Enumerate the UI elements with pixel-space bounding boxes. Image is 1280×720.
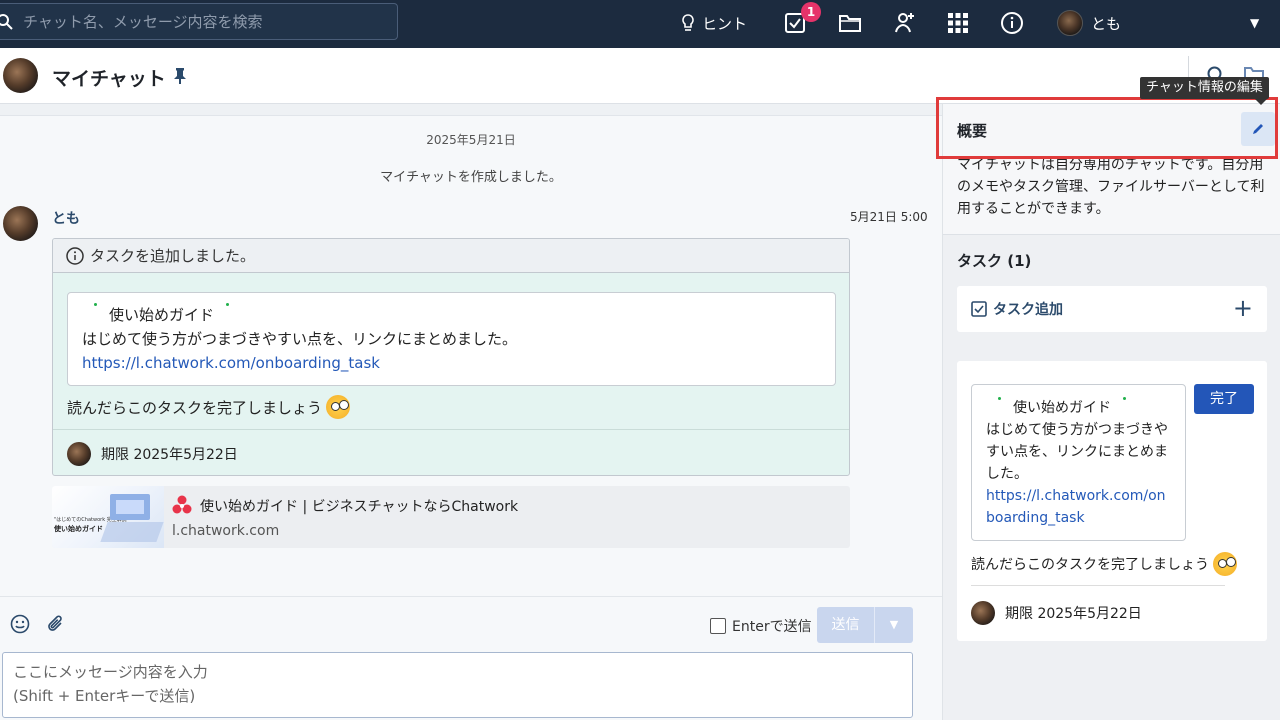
- task-card-header: タスクを追加しました。: [53, 239, 849, 273]
- folder-icon: [839, 15, 861, 32]
- search-input[interactable]: [23, 10, 383, 34]
- add-task-button[interactable]: タスク追加 +: [957, 286, 1267, 332]
- info-icon: [66, 246, 84, 265]
- sparkle-icon: [998, 397, 1001, 400]
- sender-avatar[interactable]: [3, 206, 38, 241]
- task-message-card: タスクを追加しました。 使い始めガイド はじめて使う方がつまづきやすい点を、リン…: [52, 238, 850, 476]
- chevron-down-icon[interactable]: ▼: [1250, 10, 1259, 36]
- quote-body: はじめて使う方がつまづきやすい点を、リンクにまとめました。: [986, 422, 1168, 482]
- complete-task-button[interactable]: 完了: [1194, 384, 1254, 414]
- task-deadline: 期限 2025年5月22日: [101, 446, 238, 463]
- link-preview-thumbnail: "はじめてのChatwork 完全解説" 使い始めガイド: [52, 486, 164, 548]
- search-icon: [0, 14, 13, 30]
- task-text: 読んだらこのタスクを完了しましょう: [67, 395, 351, 419]
- add-task-label: タスク追加: [993, 302, 1063, 318]
- task-quote: 使い始めガイド はじめて使う方がつまづきやすい点を、リンクにまとめました。 ht…: [67, 292, 836, 386]
- sparkle-icon: [226, 303, 230, 306]
- quote-body: はじめて使う方がつまづきやすい点を、リンクにまとめました。: [82, 330, 518, 348]
- timeline-top-edge: [0, 104, 942, 116]
- add-contact-icon: [895, 13, 914, 33]
- info-icon: [1001, 12, 1023, 34]
- link-preview[interactable]: "はじめてのChatwork 完全解説" 使い始めガイド 使い始めガイド | ビ…: [52, 486, 850, 548]
- quote-title: 使い始めガイド: [1013, 400, 1111, 416]
- quote-link[interactable]: https://l.chatwork.com/onboarding_task: [986, 485, 1171, 529]
- plus-icon: +: [1232, 294, 1253, 322]
- lightbulb-icon: [682, 14, 694, 31]
- task-footer: 期限 2025年5月22日: [971, 601, 1142, 625]
- avatar: [1057, 10, 1083, 36]
- link-preview-title: 使い始めガイド | ビジネスチャットならChatwork: [200, 499, 519, 515]
- quote-link[interactable]: https://l.chatwork.com/onboarding_task: [82, 351, 821, 375]
- crazy-face-emoji-icon: [1213, 552, 1237, 576]
- timeline: 2025年5月21日 マイチャットを作成しました。 とも 5月21日 5:00 …: [0, 104, 942, 596]
- summary-text: マイチャットは自分専用のチャットです。自分用のメモやタスク管理、ファイルサーバー…: [957, 157, 1265, 217]
- user-menu[interactable]: とも: [1057, 10, 1121, 36]
- pin-icon[interactable]: [173, 67, 187, 85]
- task-check-icon: [971, 301, 987, 317]
- sender-name[interactable]: とも: [52, 208, 80, 228]
- room-info-panel: 概要 マイチャットは自分専用のチャットです。自分用のメモやタスク管理、ファイルサ…: [942, 104, 1280, 720]
- task-count-badge: 1: [801, 2, 821, 22]
- hint-button[interactable]: ヒント: [680, 10, 747, 36]
- chevron-down-icon[interactable]: ▼: [875, 607, 913, 643]
- chat-header: マイチャット: [0, 48, 1280, 104]
- edit-chat-info-button[interactable]: [1241, 112, 1275, 146]
- assignee-avatar: [67, 441, 91, 466]
- quote-title: 使い始めガイド: [109, 306, 215, 324]
- search-box[interactable]: [0, 3, 398, 40]
- summary-title: 概要: [957, 122, 988, 140]
- sparkle-icon: [1123, 397, 1126, 400]
- sparkle-icon: [94, 303, 97, 306]
- task-item: 使い始めガイド はじめて使う方がつまづきやすい点を、リンクにまとめました。 ht…: [957, 361, 1267, 641]
- enter-to-send-label: Enterで送信: [732, 619, 812, 635]
- task-card-header-text: タスクを追加しました。: [90, 247, 256, 265]
- assignee-avatar: [971, 601, 995, 625]
- user-name: とも: [1091, 14, 1122, 33]
- room-avatar: [3, 58, 38, 93]
- apps-button[interactable]: [947, 10, 969, 36]
- smiley-icon[interactable]: [10, 614, 30, 634]
- date-separator: 2025年5月21日: [426, 133, 516, 147]
- system-message: マイチャットを作成しました。: [380, 170, 562, 185]
- link-preview-domain: l.chatwork.com: [172, 523, 280, 539]
- edit-chat-info-tooltip: チャット情報の編集: [1140, 77, 1269, 105]
- task-quote: 使い始めガイド はじめて使う方がつまづきやすい点を、リンクにまとめました。 ht…: [971, 384, 1186, 541]
- paperclip-icon[interactable]: [46, 614, 66, 634]
- thumbnail-title: 使い始めガイド: [54, 525, 103, 533]
- pencil-icon: [1253, 124, 1263, 134]
- task-deadline: 期限 2025年5月22日: [1005, 606, 1142, 622]
- task-text-label: 読んだらこのタスクを完了しましょう: [67, 398, 323, 417]
- task-text: 読んだらこのタスクを完了しましょう: [971, 552, 1237, 576]
- send-button-label: 送信: [817, 607, 875, 643]
- task-text-label: 読んだらこのタスクを完了しましょう: [971, 557, 1209, 573]
- files-button[interactable]: [838, 10, 862, 36]
- chatwork-logo-icon: [172, 495, 192, 514]
- send-button[interactable]: 送信 ▼: [817, 607, 913, 643]
- top-bar: ヒント 1 とも ▼: [0, 0, 1280, 48]
- crazy-face-emoji-icon: [326, 395, 351, 419]
- summary-section: 概要 マイチャットは自分専用のチャットです。自分用のメモやタスク管理、ファイルサ…: [943, 104, 1280, 235]
- hint-label: ヒント: [702, 14, 748, 33]
- composer: Enterで送信 送信 ▼: [0, 596, 942, 720]
- contacts-button[interactable]: [893, 10, 917, 36]
- divider: [971, 585, 1225, 586]
- task-footer: 期限 2025年5月22日: [53, 429, 849, 475]
- grid-icon: [948, 13, 968, 33]
- info-button[interactable]: [1000, 10, 1024, 36]
- enter-to-send-toggle[interactable]: Enterで送信: [710, 616, 812, 636]
- message-input[interactable]: [2, 652, 913, 718]
- room-title: マイチャット: [52, 68, 166, 90]
- task-section-title: タスク (1): [957, 252, 1032, 270]
- enter-to-send-checkbox[interactable]: [710, 618, 726, 634]
- message-timestamp: 5月21日 5:00: [850, 210, 928, 224]
